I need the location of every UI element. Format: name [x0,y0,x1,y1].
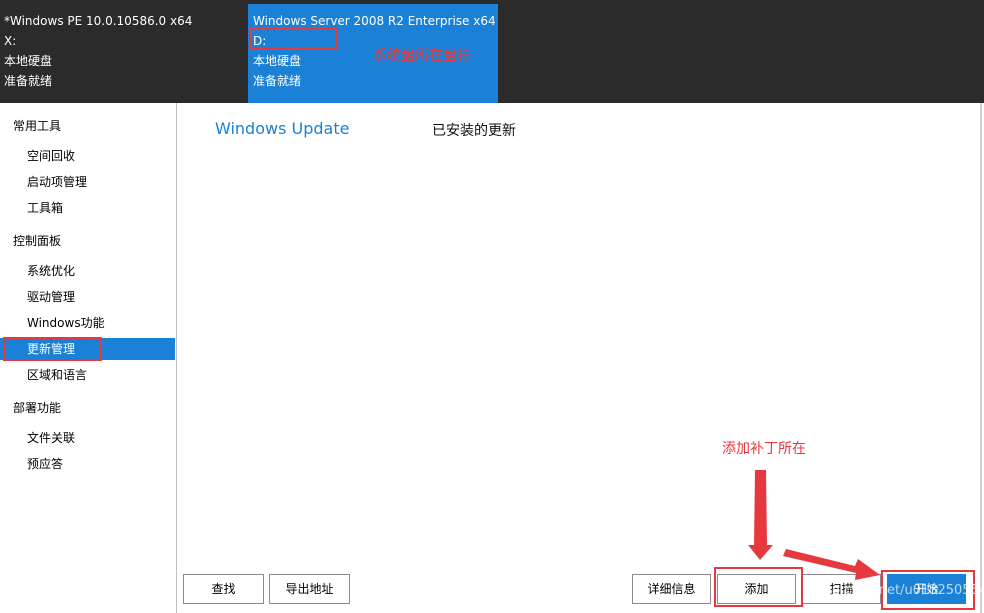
sidebar-item-file-association[interactable]: 文件关联 [0,427,175,449]
os-name: *Windows PE 10.0.10586.0 x64 [4,14,193,28]
sidebar-item-update-manager[interactable]: 更新管理 [0,338,175,360]
sidebar-item-space-reclaim[interactable]: 空间回收 [0,145,175,167]
sidebar-item-driver-manager[interactable]: 驱动管理 [0,286,175,308]
os-status: 准备就绪 [4,74,53,88]
tab-installed-updates[interactable]: 已安装的更新 [432,120,516,140]
sidebar-item-startup-manager[interactable]: 启动项管理 [0,171,175,193]
os-selector-bar: *Windows PE 10.0.10586.0 x64 X: 本地硬盘 准备就… [0,0,984,103]
add-button[interactable]: 添加 [717,574,796,604]
annotation-add-patch: 添加补丁所在 [722,441,806,457]
sidebar-item-region-language[interactable]: 区域和语言 [0,364,175,386]
main-panel: Windows Update 已安装的更新 查找 导出地址 详细信息 添加 扫描… [177,103,980,613]
annotation-system-drive: 系统盘所在盘符 [373,48,471,64]
export-address-button[interactable]: 导出地址 [269,574,350,604]
os-drive: X: [4,34,17,48]
sidebar-group-title: 部署功能 [13,401,62,415]
details-button[interactable]: 详细信息 [632,574,711,604]
os-status: 准备就绪 [253,74,302,88]
os-card-winpe[interactable]: *Windows PE 10.0.10586.0 x64 X: 本地硬盘 准备就… [0,4,247,103]
panel-border [980,103,982,613]
sidebar-item-unattend[interactable]: 预应答 [0,453,175,475]
tab-windows-update[interactable]: Windows Update [215,119,349,138]
sidebar-item-system-optimize[interactable]: 系统优化 [0,260,175,282]
os-name: Windows Server 2008 R2 Enterprise x64 [253,14,496,28]
sidebar-group-title: 常用工具 [13,119,62,133]
sidebar: 常用工具 空间回收 启动项管理 工具箱 控制面板 系统优化 驱动管理 Windo… [0,103,177,613]
sidebar-item-windows-features[interactable]: Windows功能 [0,312,175,334]
sidebar-group-title: 控制面板 [13,234,62,248]
find-button[interactable]: 查找 [183,574,264,604]
watermark: blog.csdn.net/u013250554 [812,583,984,598]
os-disk-type: 本地硬盘 [4,54,53,68]
sidebar-item-toolbox[interactable]: 工具箱 [0,197,175,219]
